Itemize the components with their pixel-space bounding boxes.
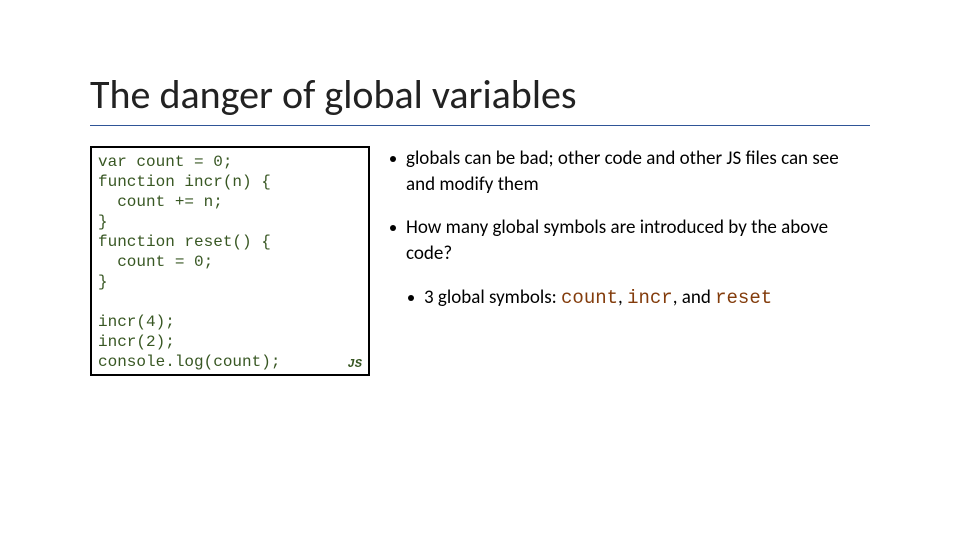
code-box: var count = 0; function incr(n) { count …	[90, 146, 370, 376]
separator: ,	[618, 286, 627, 309]
separator: , and	[673, 286, 715, 309]
code-column: var count = 0; function incr(n) { count …	[90, 146, 370, 376]
bullet-3-text: 3 global symbols: count, incr, and reset	[424, 285, 870, 312]
symbol-count: count	[561, 287, 618, 309]
text-column: globals can be bad; other code and other…	[390, 146, 870, 376]
symbol-reset: reset	[715, 287, 772, 309]
bullet-1: globals can be bad; other code and other…	[390, 146, 870, 197]
code-language-tag: JS	[348, 357, 362, 372]
bullet-dot-icon	[390, 225, 396, 231]
content-row: var count = 0; function incr(n) { count …	[90, 146, 870, 376]
bullet-dot-icon	[408, 295, 414, 301]
bullet-1-text: globals can be bad; other code and other…	[406, 146, 870, 197]
symbol-incr: incr	[627, 287, 673, 309]
bullet-3: 3 global symbols: count, incr, and reset	[408, 285, 870, 312]
slide: The danger of global variables var count…	[0, 0, 960, 540]
code-text: var count = 0; function incr(n) { count …	[98, 153, 280, 371]
bullet-dot-icon	[390, 156, 396, 162]
slide-title: The danger of global variables	[90, 70, 870, 126]
bullet-3-prefix: 3 global symbols:	[424, 286, 561, 309]
bullet-2: How many global symbols are introduced b…	[390, 215, 870, 266]
bullet-2-text: How many global symbols are introduced b…	[406, 215, 870, 266]
